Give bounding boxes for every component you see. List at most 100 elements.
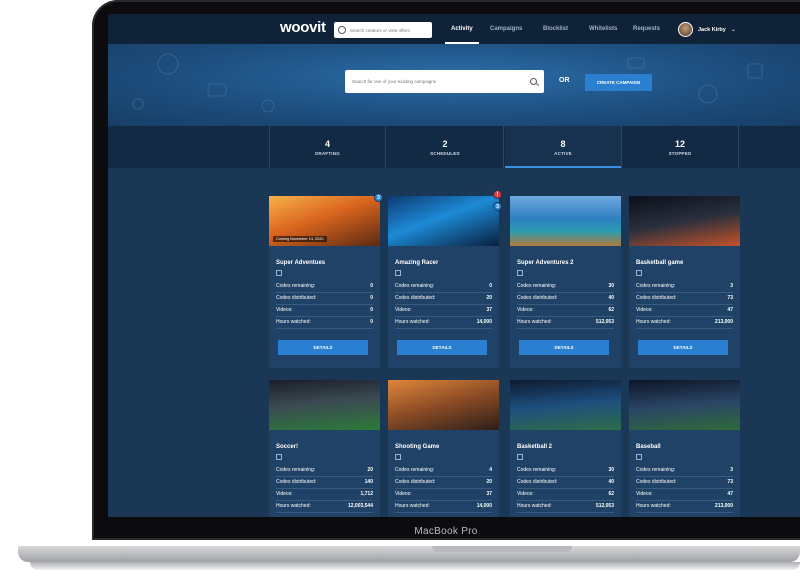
stat-row: Hours watched: 512,053 xyxy=(517,501,614,513)
stat-value: 3 xyxy=(730,467,733,473)
nav-requests[interactable]: Requests xyxy=(633,26,660,32)
campaign-card[interactable]: 3! Amazing Racer Codes remaining: 0 Codes di… xyxy=(388,190,502,368)
search-icon xyxy=(530,78,537,85)
creator-search-input[interactable] xyxy=(350,27,430,33)
user-menu[interactable]: Jack Kirby ⌄ xyxy=(678,22,736,37)
campaign-title[interactable]: Basketball game xyxy=(636,260,740,266)
nav-activity[interactable]: Activity xyxy=(445,26,479,44)
stat-row: Codes remaining: 30 xyxy=(517,281,614,293)
adventure-image[interactable]: Coming November 14, 2020 xyxy=(269,196,380,246)
details-button[interactable]: DETAILS xyxy=(519,340,609,355)
tab-drafting[interactable]: 4 DRAFTING xyxy=(269,126,386,168)
stat-label: Videos: xyxy=(517,307,534,313)
stat-row: Videos: 47 xyxy=(636,489,733,501)
stat-label: Codes distributed: xyxy=(395,479,436,485)
nav-blocklist[interactable]: Blocklist xyxy=(543,26,568,32)
stat-label: Codes remaining: xyxy=(636,283,676,289)
stat-value: 73 xyxy=(727,295,733,301)
campaign-title[interactable]: Basketball 2 xyxy=(517,444,621,450)
stat-label: Codes remaining: xyxy=(636,467,676,473)
shooter-image[interactable] xyxy=(388,380,499,430)
tab-active[interactable]: 8 ACTIVE xyxy=(505,126,622,168)
stat-value: 3 xyxy=(730,283,733,289)
details-button[interactable]: DETAILS xyxy=(278,340,368,355)
campaign-stats: Codes remaining: 3 Codes distributed: 73 Vid… xyxy=(636,465,733,513)
campaign-card[interactable]: Coming November 14, 2020 3 Super Adventues… xyxy=(269,193,383,368)
stat-label: Codes distributed: xyxy=(517,295,558,301)
campaign-title[interactable]: Super Adventues xyxy=(276,260,380,266)
platform-icon xyxy=(276,270,282,276)
create-campaign-button[interactable]: CREATE CAMPAIGN xyxy=(585,74,652,91)
platform-icon xyxy=(636,270,642,276)
details-button[interactable]: DETAILS xyxy=(397,340,487,355)
pier-image[interactable] xyxy=(510,196,621,246)
stat-label: Videos: xyxy=(395,307,412,313)
campaign-search-input[interactable] xyxy=(352,79,530,84)
date-tag: Coming November 14, 2020 xyxy=(273,236,327,242)
soccer-image[interactable] xyxy=(269,380,380,430)
stat-label: Hours watched: xyxy=(517,319,552,325)
nav-whitelists[interactable]: Whitelists xyxy=(589,26,617,32)
stat-value: 140 xyxy=(364,479,373,485)
stat-value: 14,000 xyxy=(476,503,492,509)
tab-stopped[interactable]: 12 STOPPED xyxy=(622,126,739,168)
status-tabs: 4 DRAFTING 2 SCHEDULED 8 ACTIVE 12 STOPP… xyxy=(108,126,800,168)
stat-value: 47 xyxy=(727,491,733,497)
stat-value: 47 xyxy=(727,307,733,313)
logo[interactable]: woovit xyxy=(280,19,326,36)
platform-icon xyxy=(517,270,523,276)
campaign-card[interactable]: Soccer! Codes remaining: 20 Codes distribut… xyxy=(269,380,380,517)
campaign-stats: Codes remaining: 0 Codes distributed: 20 Vid… xyxy=(395,281,492,329)
campaign-title[interactable]: Soccer! xyxy=(276,444,380,450)
tab-label: STOPPED xyxy=(668,151,692,156)
stat-label: Hours watched: xyxy=(636,319,671,325)
baseball-image[interactable] xyxy=(629,380,740,430)
tab-scheduled[interactable]: 2 SCHEDULED xyxy=(387,126,504,168)
stat-label: Videos: xyxy=(636,307,653,313)
stat-label: Codes distributed: xyxy=(636,479,677,485)
campaign-stats: Codes remaining: 30 Codes distributed: 40 Vi… xyxy=(517,281,614,329)
stat-label: Codes remaining: xyxy=(517,467,557,473)
stat-value: 0 xyxy=(370,319,373,325)
or-text: OR xyxy=(559,77,570,84)
campaign-card[interactable]: Basketball game Codes remaining: 3 Codes di… xyxy=(629,196,740,368)
stat-label: Codes distributed: xyxy=(395,295,436,301)
search-icon xyxy=(338,26,346,34)
campaign-title[interactable]: Amazing Racer xyxy=(395,260,499,266)
stat-label: Videos: xyxy=(276,307,293,313)
campaign-title[interactable]: Super Adventures 2 xyxy=(517,260,621,266)
details-button[interactable]: DETAILS xyxy=(638,340,728,355)
campaign-search[interactable] xyxy=(345,70,544,93)
stat-row: Hours watched: 0 xyxy=(276,317,373,329)
stat-row: Codes remaining: 3 xyxy=(636,465,733,477)
racer-image[interactable] xyxy=(388,196,499,246)
creator-search[interactable] xyxy=(334,22,432,38)
stat-row: Videos: 37 xyxy=(395,305,492,317)
stat-label: Codes distributed: xyxy=(636,295,677,301)
campaign-title[interactable]: Baseball xyxy=(636,444,740,450)
stat-label: Videos: xyxy=(517,491,534,497)
campaign-card[interactable]: Baseball Codes remaining: 3 Codes distribut… xyxy=(629,380,740,517)
nav-campaigns[interactable]: Campaigns xyxy=(490,26,522,32)
stat-value: 37 xyxy=(486,491,492,497)
basketball-2-image[interactable] xyxy=(510,380,621,430)
stat-label: Codes distributed: xyxy=(276,295,317,301)
basketball-image[interactable] xyxy=(629,196,740,246)
stat-row: Hours watched: 213,000 xyxy=(636,501,733,513)
stat-value: 213,000 xyxy=(714,319,733,325)
platform-icon xyxy=(276,454,282,460)
stat-value: 512,053 xyxy=(595,503,614,509)
stat-row: Videos: 62 xyxy=(517,305,614,317)
campaign-card[interactable]: Basketball 2 Codes remaining: 30 Codes dist… xyxy=(510,380,621,517)
laptop-shadow xyxy=(30,562,800,570)
user-name: Jack Kirby xyxy=(698,26,726,33)
stat-value: 12,003,544 xyxy=(347,503,373,509)
stat-value: 1,712 xyxy=(360,491,373,497)
stat-label: Codes remaining: xyxy=(395,467,435,473)
campaign-card[interactable]: Shooting Game Codes remaining: 4 Codes dist… xyxy=(388,380,499,517)
campaign-card[interactable]: Super Adventures 2 Codes remaining: 30 Code… xyxy=(510,196,621,368)
stat-row: Codes distributed: 40 xyxy=(517,293,614,305)
stat-label: Codes remaining: xyxy=(395,283,435,289)
stat-value: 20 xyxy=(486,295,492,301)
campaign-title[interactable]: Shooting Game xyxy=(395,444,499,450)
